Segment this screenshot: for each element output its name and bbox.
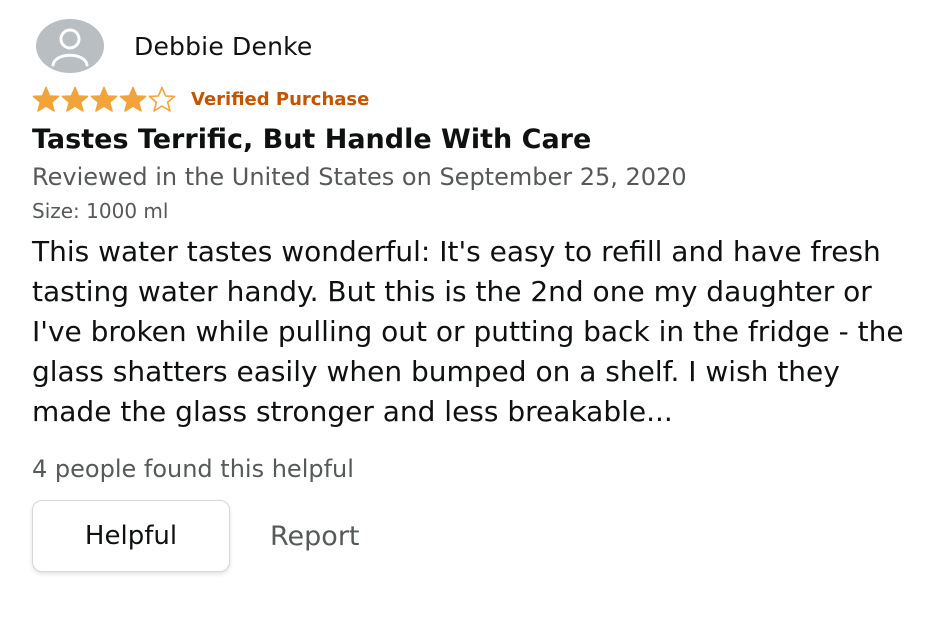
review-title[interactable]: Tastes Terrific, But Handle With Care: [32, 122, 932, 158]
star-filled-icon: [119, 86, 147, 113]
star-outline-icon: [148, 86, 176, 113]
helpful-button[interactable]: Helpful: [32, 500, 230, 572]
verified-purchase-badge[interactable]: Verified Purchase: [191, 89, 369, 110]
star-rating[interactable]: [32, 86, 177, 113]
review-date: Reviewed in the United States on Septemb…: [32, 163, 687, 191]
review-card: Debbie Denke Verified Purchase Tastes Te…: [32, 16, 932, 572]
star-filled-icon: [32, 86, 60, 113]
default-profile-avatar-icon[interactable]: [36, 19, 104, 73]
reviewer-profile[interactable]: Debbie Denke: [32, 16, 932, 76]
helpful-count: 4 people found this helpful: [32, 455, 354, 483]
star-filled-icon: [90, 86, 118, 113]
rating-row: Verified Purchase: [32, 84, 932, 114]
review-body: This water tastes wonderful: It's easy t…: [32, 235, 904, 428]
star-filled-icon: [61, 86, 89, 113]
product-variant: Size: 1000 ml: [32, 199, 169, 223]
review-actions: Helpful Report: [32, 500, 932, 572]
report-link[interactable]: Report: [270, 521, 360, 552]
reviewer-name[interactable]: Debbie Denke: [134, 32, 313, 61]
